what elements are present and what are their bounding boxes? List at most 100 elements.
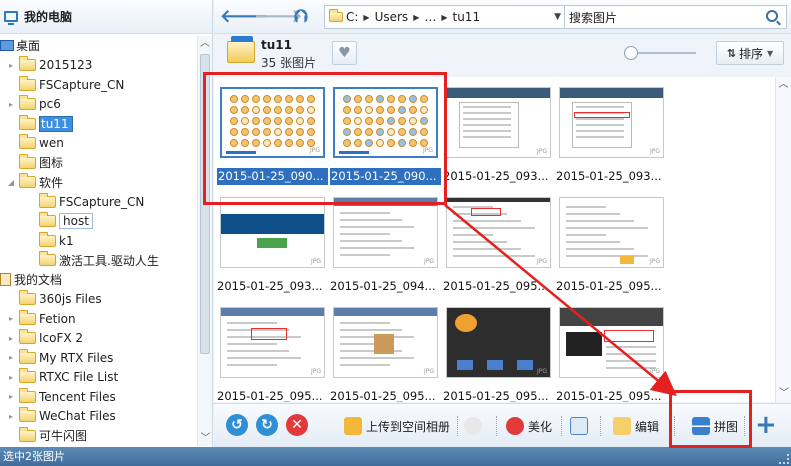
image-thumbnail[interactable]: JPG (446, 307, 551, 378)
tree-item[interactable]: 激活工具.驱动人生 (26, 251, 159, 270)
address-bar[interactable]: C: ▶ Users ▶ … ▶ tu11 ▼ (324, 5, 569, 29)
address-current[interactable]: tu11 (453, 10, 481, 24)
sort-button[interactable]: ⇅ 排序 ▼ (716, 41, 784, 65)
favorite-heart-icon[interactable]: ♥ (332, 41, 357, 65)
image-thumbnail-tile[interactable]: JPG 2015-01-25_095... (217, 297, 328, 402)
upload-album-button[interactable]: 上传到空间相册 (344, 416, 450, 436)
rotate-right-icon[interactable]: ↻ (256, 414, 278, 436)
chevron-right-icon: ▶ (441, 12, 448, 22)
tree-item[interactable]: wen (6, 134, 64, 153)
image-thumbnail[interactable]: JPG (559, 307, 664, 378)
tree-item[interactable]: 桌面 (0, 36, 40, 55)
image-thumbnail[interactable]: JPG (559, 87, 664, 158)
tree-item[interactable]: ▸ pc6 (6, 95, 61, 114)
scroll-up-icon[interactable]: ︿ (776, 77, 791, 93)
expand-arrow-icon[interactable]: ▸ (6, 61, 16, 70)
search-placeholder: 搜索图片 (569, 10, 618, 25)
tree-item-label: 我的文档 (14, 273, 63, 287)
tree-item[interactable]: tu11 (6, 114, 73, 133)
address-ellipsis[interactable]: … (424, 10, 436, 24)
scroll-down-icon[interactable]: ﹀ (776, 386, 791, 402)
scroll-down-icon[interactable]: ﹀ (198, 431, 213, 446)
expand-arrow-icon[interactable]: ◢ (6, 178, 16, 187)
image-thumbnail[interactable]: JPG (220, 307, 325, 378)
image-thumbnail[interactable]: JPG (333, 197, 438, 268)
forward-icon[interactable]: 🡒 (254, 6, 302, 28)
expand-arrow-icon[interactable]: ▸ (6, 373, 16, 382)
weibo-share-button[interactable] (464, 416, 486, 436)
search-icon[interactable] (766, 10, 778, 22)
tree-item[interactable]: ▸ IcoFX 2 (6, 329, 83, 348)
add-icon[interactable]: + (755, 411, 777, 439)
image-thumbnail[interactable]: JPG (559, 197, 664, 268)
tree-item-label: wen (39, 136, 64, 150)
expand-arrow-icon[interactable]: ▸ (6, 100, 16, 109)
image-thumbnail[interactable]: JPG (446, 197, 551, 268)
thumbnail-line (463, 112, 511, 114)
drive-folder-icon (329, 9, 343, 22)
jpg-tag: JPG (536, 368, 547, 375)
tree-item[interactable]: FSCapture_CN (26, 192, 144, 211)
thumbnail-line (566, 227, 648, 229)
tree-item[interactable]: k1 (26, 231, 74, 250)
tree-item[interactable]: 可牛闪图 (6, 426, 87, 445)
image-caption: 2015-01-25_095... (217, 389, 323, 402)
expand-arrow-icon[interactable]: ▸ (6, 392, 16, 401)
toolbar-separator (496, 416, 497, 436)
image-thumbnail-tile[interactable]: JPG 2015-01-25_093... (443, 77, 554, 183)
rotate-left-icon[interactable]: ↺ (226, 414, 248, 436)
resize-grip[interactable] (779, 454, 789, 464)
tree-item[interactable]: 我的文档 (0, 270, 62, 289)
image-thumbnail-tile[interactable]: JPG 2015-01-25_095... (556, 187, 667, 293)
image-caption: 2015-01-25_094... (330, 279, 436, 293)
tree-item-label: 360js Files (39, 292, 102, 306)
image-thumbnail[interactable]: JPG (333, 307, 438, 378)
tree-item[interactable]: ▸ Fetion (6, 309, 76, 328)
image-thumbnail[interactable]: JPG (220, 197, 325, 268)
expand-arrow-icon[interactable]: ▸ (6, 334, 16, 343)
image-thumbnail-tile[interactable]: JPG 2015-01-25_095... (556, 297, 667, 402)
dropdown-icon[interactable]: ▼ (554, 12, 561, 22)
address-drive[interactable]: C: (346, 10, 358, 24)
delete-icon[interactable]: ✕ (286, 414, 308, 436)
thumbnail-line (606, 346, 656, 348)
tree-item[interactable]: ◢ 软件 (6, 173, 63, 192)
tree-item[interactable]: ▸ WeChat Files (6, 407, 116, 426)
tree-item-label: pc6 (39, 97, 61, 111)
thumbnail-photo (374, 334, 394, 354)
beautify-button[interactable]: 美化 (506, 416, 552, 436)
thumbnail-line (453, 234, 493, 236)
thumbnail-mark (620, 256, 634, 264)
tree-item[interactable]: ▸ Tencent Files (6, 387, 116, 406)
address-users[interactable]: Users (375, 10, 409, 24)
tree-item[interactable]: 图标 (6, 153, 63, 172)
tree-item-label: My RTX Files (39, 350, 114, 365)
expand-arrow-icon[interactable]: ▸ (6, 412, 16, 421)
image-thumbnail-tile[interactable]: JPG 2015-01-25_095... (443, 187, 554, 293)
image-thumbnail-tile[interactable]: JPG 2015-01-25_093... (556, 77, 667, 183)
chevron-right-icon: ▶ (413, 12, 420, 22)
upload-icon (344, 417, 362, 435)
search-input[interactable]: 搜索图片 (564, 5, 787, 29)
image-thumbnail[interactable]: JPG (446, 87, 551, 158)
back-icon[interactable]: 🡐 (220, 6, 268, 28)
thumbnail-size-slider[interactable] (624, 46, 696, 60)
image-thumbnail-tile[interactable]: JPG 2015-01-25_095... (330, 297, 441, 402)
tree-item[interactable]: 360js Files (6, 290, 102, 309)
tree-item[interactable]: ▸ RTXC File List (6, 368, 118, 387)
scroll-up-icon[interactable]: ︿ (198, 36, 212, 51)
expand-arrow-icon[interactable]: ▸ (6, 353, 16, 362)
up-folder-icon[interactable]: ⮉ (290, 6, 312, 28)
image-thumbnail-tile[interactable]: JPG 2015-01-25_095... (443, 297, 554, 402)
slider-knob[interactable] (624, 46, 638, 60)
tree-item[interactable]: FSCapture_CN (6, 75, 124, 94)
tree-item[interactable]: ▸ My RTX Files (6, 348, 113, 367)
edit-button[interactable]: 编辑 (613, 416, 659, 436)
expand-arrow-icon[interactable]: ▸ (6, 314, 16, 323)
tree-item[interactable]: host (26, 212, 93, 231)
my-computer-header[interactable]: 我的电脑 (0, 0, 212, 34)
slideshow-button[interactable] (570, 416, 592, 436)
grid-scrollbar[interactable]: ︿ ﹀ (775, 77, 791, 402)
tree-item[interactable]: ▸ 2015123 (6, 56, 92, 75)
tree-item-label: tu11 (39, 115, 73, 132)
